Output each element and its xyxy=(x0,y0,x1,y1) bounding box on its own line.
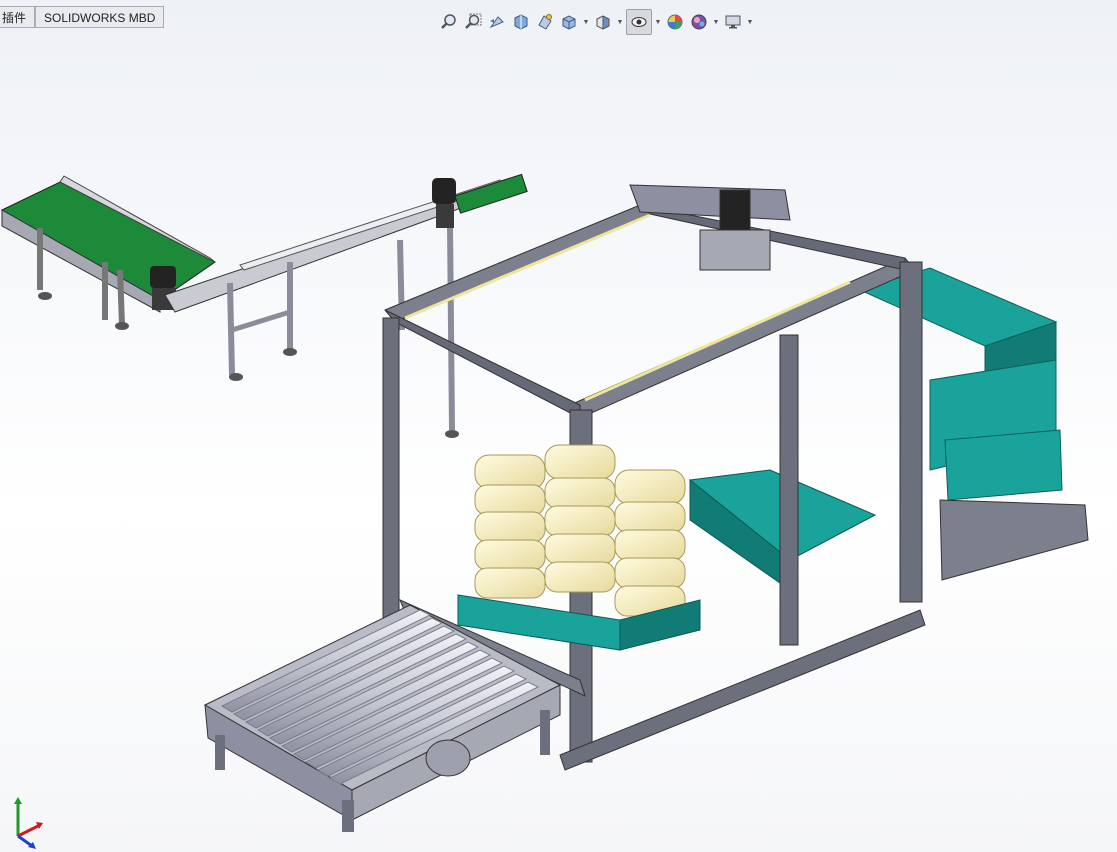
hide-show-items-button[interactable] xyxy=(626,9,652,35)
pallet-stacks[interactable] xyxy=(858,267,1089,581)
edit-appearance-button[interactable] xyxy=(664,10,686,34)
graphics-area[interactable] xyxy=(0,0,1117,852)
view-settings-icon xyxy=(725,15,741,29)
x-axis-arrow xyxy=(17,824,39,838)
display-style-button[interactable] xyxy=(592,10,614,34)
dynamic-annotation-views-icon xyxy=(538,14,552,30)
hide-show-items-icon xyxy=(631,17,647,27)
reference-triad xyxy=(14,797,43,849)
bag-stack[interactable] xyxy=(474,444,686,617)
zoom-to-fit-button[interactable] xyxy=(438,10,460,34)
z-axis-arrow xyxy=(17,834,33,848)
section-view-icon xyxy=(514,14,528,30)
command-manager-tabs: 插件 SOLIDWORKS MBD xyxy=(0,6,165,28)
display-style-icon xyxy=(596,15,610,30)
display-style-dropdown[interactable]: ▼ xyxy=(616,10,624,34)
apply-scene-icon xyxy=(691,14,707,30)
dynamic-annotation-views-button[interactable] xyxy=(534,10,556,34)
belt-conveyor-middle[interactable] xyxy=(164,173,528,438)
view-orientation-button[interactable] xyxy=(558,10,580,34)
view-orientation-dropdown[interactable]: ▼ xyxy=(582,10,590,34)
heads-up-view-toolbar: ▼ ▼ ▼ ▼ ▼ xyxy=(438,8,754,36)
zoom-to-area-button[interactable] xyxy=(462,10,484,34)
previous-view-button[interactable] xyxy=(486,10,508,34)
tab-plugins[interactable]: 插件 xyxy=(0,6,36,28)
apply-scene-button[interactable] xyxy=(688,10,710,34)
roller-conveyor-front[interactable] xyxy=(203,604,562,832)
view-orientation-icon xyxy=(562,15,576,30)
zoom-to-area-icon xyxy=(465,13,482,29)
hide-show-items-dropdown[interactable]: ▼ xyxy=(654,10,662,34)
edit-appearance-icon xyxy=(667,14,683,30)
section-view-button[interactable] xyxy=(510,10,532,34)
view-settings-dropdown[interactable]: ▼ xyxy=(746,10,754,34)
apply-scene-dropdown[interactable]: ▼ xyxy=(712,10,720,34)
view-settings-button[interactable] xyxy=(722,10,744,34)
tab-solidworks-mbd[interactable]: SOLIDWORKS MBD xyxy=(35,6,165,28)
zoom-to-fit-icon xyxy=(441,14,456,29)
previous-view-icon xyxy=(489,16,504,29)
